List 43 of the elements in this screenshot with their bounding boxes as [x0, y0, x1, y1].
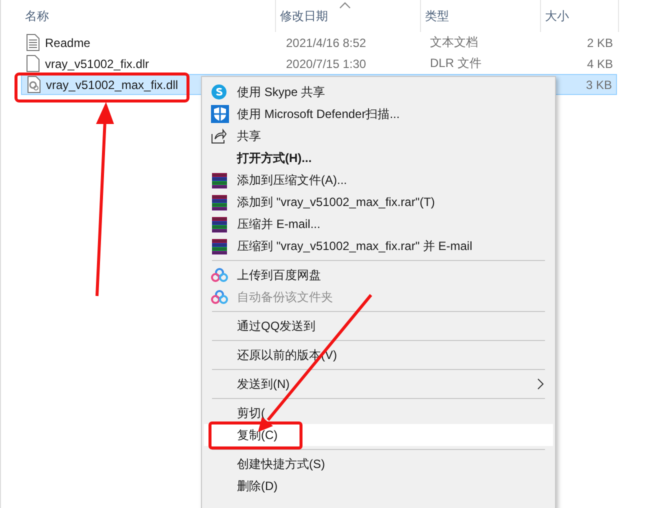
- cloud-icon: [211, 290, 228, 304]
- settings-file-icon: [27, 76, 41, 93]
- file-name: vray_v51002_fix.dlr: [45, 56, 150, 70]
- text-file-icon: [26, 34, 40, 51]
- menu-item[interactable]: 添加到 "vray_v51002_max_fix.rar"(T): [204, 191, 553, 213]
- menu-item[interactable]: 添加到压缩文件(A)...: [204, 169, 553, 191]
- menu-item[interactable]: 打开方式(H)...: [204, 147, 553, 169]
- file-name: Readme: [45, 36, 90, 50]
- column-header[interactable]: 大小: [541, 0, 619, 32]
- archive-books-icon: [211, 238, 228, 254]
- column-header[interactable]: 类型: [421, 0, 541, 32]
- file-date: 2020/7/15 1:30: [286, 56, 366, 70]
- column-header[interactable]: 名称: [21, 0, 276, 32]
- file-type: 文本文档: [430, 34, 478, 51]
- file-size: 3 KB: [586, 78, 612, 92]
- menu-item[interactable]: 使用 Skype 共享: [204, 81, 553, 103]
- menu-item[interactable]: 创建快捷方式(S): [204, 453, 553, 475]
- file-row[interactable]: Readme 2021/4/16 8:52 文本文档 2 KB: [21, 32, 617, 53]
- file-row[interactable]: vray_v51002_fix.dlr 2020/7/15 1:30 DLR 文件 4 KB: [21, 53, 617, 74]
- menu-item[interactable]: 通过QQ发送到: [204, 315, 553, 337]
- file-date: 2021/4/16 8:52: [286, 36, 366, 50]
- menu-item[interactable]: 发送到(N): [204, 373, 553, 395]
- menu-item[interactable]: 压缩到 "vray_v51002_max_fix.rar" 并 E-mail: [204, 235, 553, 257]
- share-icon: [211, 128, 227, 144]
- menu-item[interactable]: 删除(D): [204, 475, 553, 497]
- column-header[interactable]: 修改日期: [276, 0, 421, 32]
- menu-item[interactable]: 上传到百度网盘: [204, 264, 553, 286]
- menu-item[interactable]: 使用 Microsoft Defender扫描...: [204, 103, 553, 125]
- file-type: DLR 文件: [430, 55, 482, 72]
- file-name: vray_v51002_max_fix.dll: [46, 78, 178, 92]
- file-size: 2 KB: [586, 36, 613, 50]
- file-icon: [26, 55, 40, 72]
- archive-books-icon: [211, 172, 228, 188]
- shield-icon: [211, 105, 229, 123]
- file-size: 4 KB: [586, 56, 613, 70]
- archive-books-icon: [211, 216, 228, 232]
- menu-item[interactable]: 压缩并 E-mail...: [204, 213, 553, 235]
- menu-item[interactable]: 剪切(: [204, 402, 553, 424]
- archive-books-icon: [211, 194, 228, 210]
- menu-item[interactable]: 共享: [204, 125, 553, 147]
- cloud-icon: [211, 268, 228, 282]
- skype-icon: [211, 84, 227, 100]
- menu-item[interactable]: 复制(C): [204, 424, 553, 446]
